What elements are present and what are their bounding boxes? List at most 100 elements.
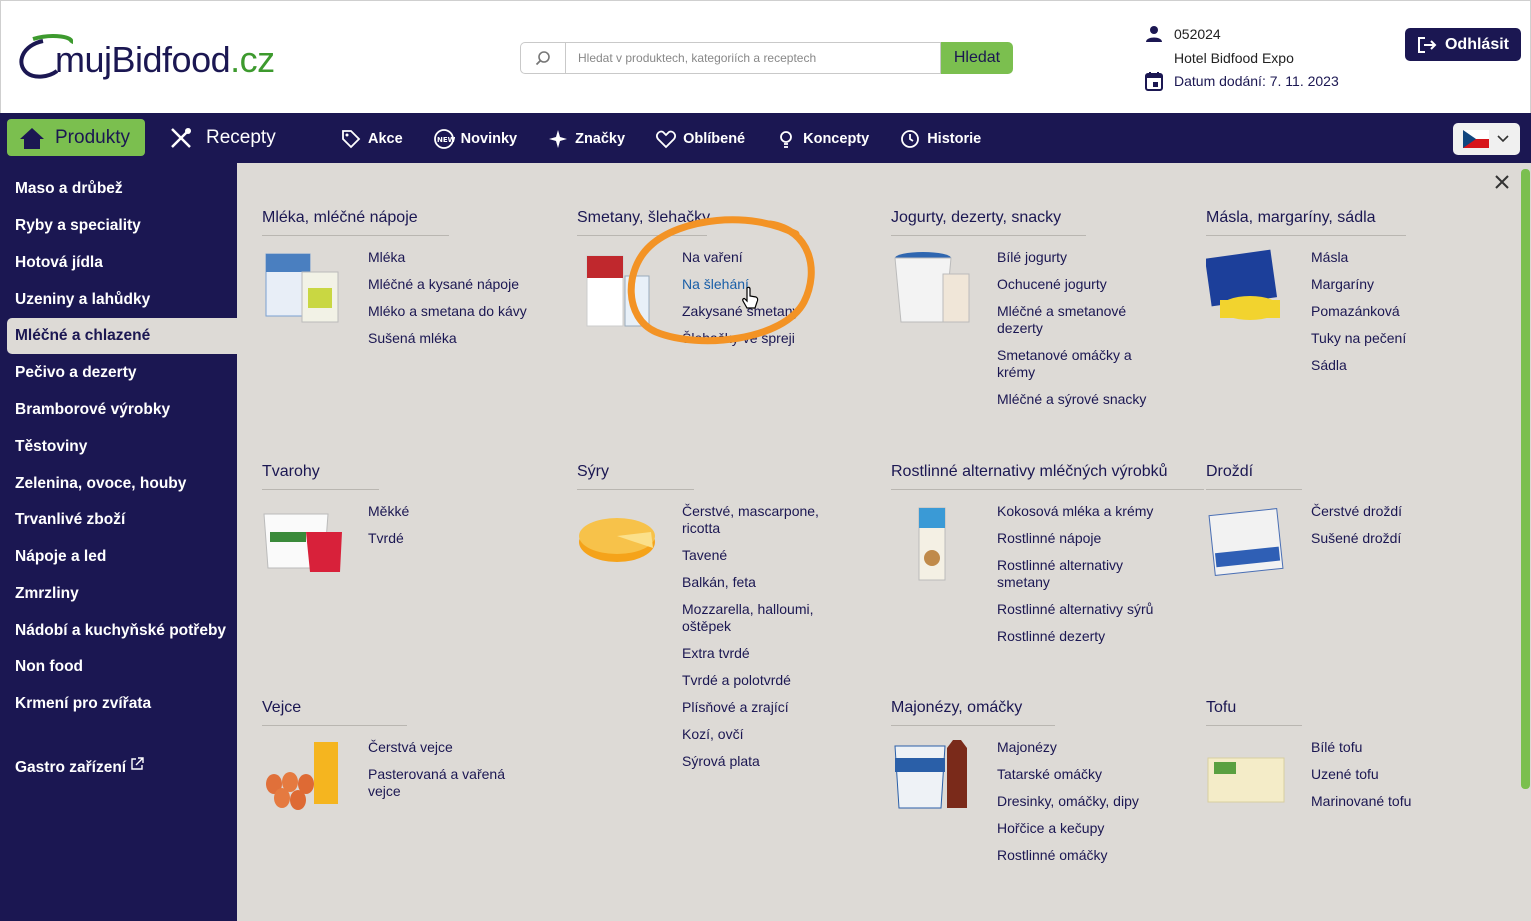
home-icon (20, 127, 44, 149)
category-link[interactable]: Sušená mléka (368, 330, 536, 347)
category-title[interactable]: Majonézy, omáčky (891, 699, 1055, 726)
category-link[interactable]: Plísňové a zrající (682, 699, 850, 716)
category-title[interactable]: Jogurty, dezerty, snacky (891, 209, 1086, 236)
category-link[interactable]: Kozí, ovčí (682, 726, 850, 743)
category-title[interactable]: Rostlinné alternativy mléčných výrobků (891, 463, 1204, 490)
sidebar-item[interactable]: Zmrzliny (7, 576, 237, 612)
sidebar-item[interactable]: Hotová jídla (7, 245, 237, 281)
scrollbar-thumb[interactable] (1521, 169, 1530, 789)
category-link[interactable]: Čerstvé, mascarpone, ricotta (682, 503, 850, 537)
sidebar-item[interactable]: Nápoje a led (7, 539, 237, 575)
category-link[interactable]: Rostlinné alternativy smetany (997, 557, 1165, 591)
logout-button[interactable]: Odhlásit (1405, 28, 1521, 61)
category-link[interactable]: Bílé tofu (1311, 739, 1479, 756)
sidebar-item[interactable]: Těstoviny (7, 429, 237, 465)
logo[interactable]: mujBidfood.cz (13, 33, 303, 87)
category-link[interactable]: Margaríny (1311, 276, 1479, 293)
category-link[interactable]: Majonézy (997, 739, 1165, 756)
category-link[interactable]: Hořčice a kečupy (997, 820, 1165, 837)
yeast-product-image (1208, 508, 1284, 576)
sidebar-item[interactable]: Nádobí a kuchyňské potřeby (7, 613, 237, 649)
category-link-hovered[interactable]: Na šlehání (682, 276, 850, 293)
nav-historie[interactable]: Historie (899, 125, 981, 153)
nav-recepty[interactable]: Recepty (168, 119, 276, 156)
category-link[interactable]: Dresinky, omáčky, dipy (997, 793, 1165, 810)
category-link[interactable]: Mléčné a kysané nápoje (368, 276, 536, 293)
category-link[interactable]: Tvrdé (368, 530, 536, 547)
yogurt-product-image (894, 252, 970, 323)
category-link[interactable]: Rostlinné nápoje (997, 530, 1165, 547)
category-link[interactable]: Čerstvá vejce (368, 739, 536, 756)
sidebar-item-active[interactable]: Mléčné a chlazené (7, 318, 237, 354)
category-link[interactable]: Ochucené jogurty (997, 276, 1165, 293)
nav-znacky[interactable]: Značky (547, 125, 625, 153)
lightbulb-icon (780, 131, 793, 148)
category-link[interactable]: Rostlinné alternativy sýrů (997, 601, 1165, 618)
sidebar-item[interactable]: Bramborové výrobky (7, 392, 237, 428)
nav-oblibene[interactable]: Oblíbené (655, 125, 745, 153)
category-link[interactable]: Šlehačky ve spreji (682, 330, 850, 347)
category-link[interactable]: Pomazánková (1311, 303, 1479, 320)
category-link[interactable]: Másla (1311, 249, 1479, 266)
category-list: Čerstvé droždí Sušené droždí (1311, 503, 1479, 557)
category-title[interactable]: Tofu (1206, 699, 1302, 726)
search-button[interactable]: Hledat (941, 42, 1013, 74)
sidebar-item[interactable]: Zelenina, ovoce, houby (7, 466, 237, 502)
sidebar-item[interactable]: Uzeniny a lahůdky (7, 282, 237, 318)
category-link[interactable]: Marinované tofu (1311, 793, 1479, 810)
category-link[interactable]: Pasterovaná a vařená vejce (368, 766, 536, 800)
sidebar-item[interactable]: Ryby a speciality (7, 208, 237, 244)
category-link[interactable]: Tatarské omáčky (997, 766, 1165, 783)
category-link[interactable]: Mléka (368, 249, 536, 266)
category-link[interactable]: Mléko a smetana do kávy (368, 303, 536, 320)
category-link[interactable]: Sušené droždí (1311, 530, 1479, 547)
category-link[interactable]: Rostlinné omáčky (997, 847, 1165, 864)
category-link[interactable]: Tvrdé a polotvrdé (682, 672, 850, 689)
scrollbar[interactable] (1520, 163, 1531, 921)
category-link[interactable]: Tavené (682, 547, 850, 564)
close-icon[interactable] (1493, 173, 1511, 191)
nav-znacky-label: Značky (575, 131, 626, 147)
user-icon (1143, 23, 1165, 45)
search-input[interactable] (565, 42, 941, 74)
category-title[interactable]: Másla, margaríny, sádla (1206, 209, 1406, 236)
category-title[interactable]: Mléka, mléčné nápoje (262, 209, 449, 236)
category-link[interactable]: Mléčné a smetanové dezerty (997, 303, 1165, 337)
category-link[interactable]: Tuky na pečení (1311, 330, 1479, 347)
delivery-date[interactable]: Datum dodání: 7. 11. 2023 (1174, 73, 1339, 89)
category-link[interactable]: Extra tvrdé (682, 645, 850, 662)
category-link[interactable]: Mozzarella, halloumi, oštěpek (682, 601, 850, 635)
sidebar-item-gastro[interactable]: Gastro zařízení (7, 750, 237, 786)
category-link[interactable]: Uzené tofu (1311, 766, 1479, 783)
sidebar-item[interactable]: Maso a drůbež (7, 171, 237, 207)
sidebar-item[interactable]: Krmení pro zvířata (7, 686, 237, 722)
category-link[interactable]: Mléčné a sýrové snacky (997, 391, 1165, 408)
sidebar-item[interactable]: Pečivo a dezerty (7, 355, 237, 391)
category-link[interactable]: Sádla (1311, 357, 1479, 374)
calendar-icon (1143, 70, 1165, 92)
sidebar-item[interactable]: Trvanlivé zboží (7, 502, 237, 538)
language-selector[interactable] (1453, 123, 1520, 155)
category-title[interactable]: Sýry (577, 463, 694, 490)
sidebar-item[interactable]: Non food (7, 649, 237, 685)
nav-akce[interactable]: Akce (340, 125, 403, 153)
category-title[interactable]: Vejce (262, 699, 407, 726)
category-link[interactable]: Čerstvé droždí (1311, 503, 1479, 520)
nav-produkty[interactable]: Produkty (7, 119, 145, 156)
mega-menu-panel: Mléka, mléčné nápoje Mléka Mléčné a kysa… (237, 163, 1520, 921)
category-link[interactable]: Zakysané smetany (682, 303, 850, 320)
category-link[interactable]: Měkké (368, 503, 536, 520)
category-link[interactable]: Rostlinné dezerty (997, 628, 1165, 645)
category-link[interactable]: Na vaření (682, 249, 850, 266)
category-list: Bílé jogurty Ochucené jogurty Mléčné a s… (997, 249, 1165, 418)
category-title[interactable]: Smetany, šlehačky (577, 209, 710, 236)
category-link[interactable]: Kokosová mléka a krémy (997, 503, 1165, 520)
nav-koncepty[interactable]: Koncepty (775, 125, 869, 153)
category-title[interactable]: Tvarohy (262, 463, 379, 490)
category-link[interactable]: Bílé jogurty (997, 249, 1165, 266)
category-link[interactable]: Balkán, feta (682, 574, 850, 591)
category-title[interactable]: Droždí (1206, 463, 1302, 490)
category-link[interactable]: Sýrová plata (682, 753, 850, 770)
category-link[interactable]: Smetanové omáčky a krémy (997, 347, 1165, 381)
nav-novinky[interactable]: NEW Novinky (433, 125, 517, 153)
